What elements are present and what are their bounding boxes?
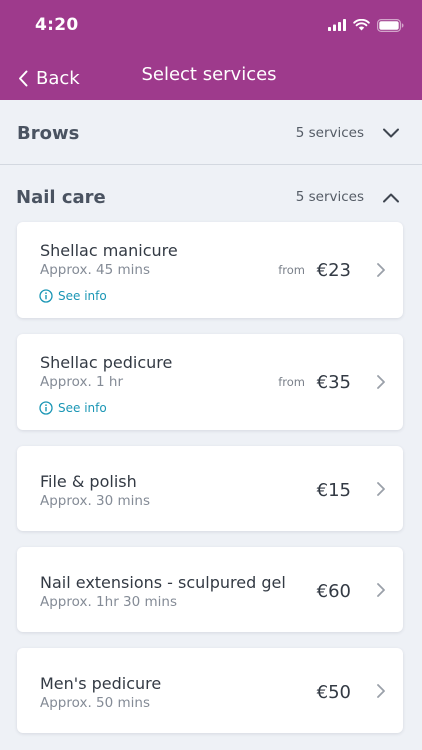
service-card-shellac-manicure[interactable]: Shellac manicure Approx. 45 mins See inf… [17, 222, 403, 318]
service-duration: Approx. 50 mins [40, 695, 151, 711]
chevron-right-icon [377, 263, 385, 277]
chevron-up-icon [383, 193, 399, 203]
service-price: €23 [316, 260, 351, 281]
wifi-icon [353, 19, 370, 31]
service-duration: Approx. 1 hr [40, 374, 124, 390]
chevron-right-icon [377, 375, 385, 389]
price-prefix: from [278, 375, 305, 389]
status-icons [328, 17, 404, 33]
chevron-right-icon [377, 684, 385, 698]
category-count: 5 services [295, 189, 364, 205]
price-prefix: from [278, 263, 305, 277]
service-duration: Approx. 1hr 30 mins [40, 594, 177, 610]
category-name: Nail care [16, 187, 106, 208]
service-price: €15 [316, 480, 351, 501]
page-title: Select services [141, 64, 277, 85]
see-info-label: See info [58, 289, 107, 303]
service-duration: Approx. 30 mins [40, 493, 151, 509]
service-price: €50 [316, 682, 351, 703]
service-card-file-polish[interactable]: File & polish Approx. 30 mins €15 [17, 446, 403, 531]
battery-icon [377, 18, 404, 32]
chevron-right-icon [377, 482, 385, 496]
service-card-mens-pedicure[interactable]: Men's pedicure Approx. 50 mins €50 [17, 648, 403, 733]
service-duration: Approx. 45 mins [40, 262, 151, 278]
see-info-link[interactable]: See info [39, 289, 107, 303]
info-icon [39, 289, 53, 303]
status-time: 4:20 [35, 15, 79, 35]
service-card-nail-extensions[interactable]: Nail extensions - sculpured gel Approx. … [17, 547, 403, 632]
chevron-right-icon [377, 583, 385, 597]
chevron-down-icon [383, 128, 399, 138]
service-name: Nail extensions - sculpured gel [40, 573, 286, 592]
service-name: File & polish [40, 472, 137, 491]
service-name: Shellac pedicure [40, 353, 173, 372]
category-count: 5 services [295, 125, 364, 141]
category-brows[interactable]: Brows 5 services [0, 101, 422, 165]
service-price: €60 [316, 581, 351, 602]
category-name: Brows [17, 123, 80, 144]
info-icon [39, 401, 53, 415]
see-info-label: See info [58, 401, 107, 415]
app-header: 4:20 Back Select services [0, 0, 422, 100]
category-nail-care[interactable]: Nail care 5 services [0, 166, 422, 230]
service-name: Shellac manicure [40, 241, 178, 260]
service-card-shellac-pedicure[interactable]: Shellac pedicure Approx. 1 hr See info f… [17, 334, 403, 430]
signal-icon [328, 19, 346, 31]
see-info-link[interactable]: See info [39, 401, 107, 415]
service-price: €35 [316, 372, 351, 393]
service-name: Men's pedicure [40, 674, 162, 693]
